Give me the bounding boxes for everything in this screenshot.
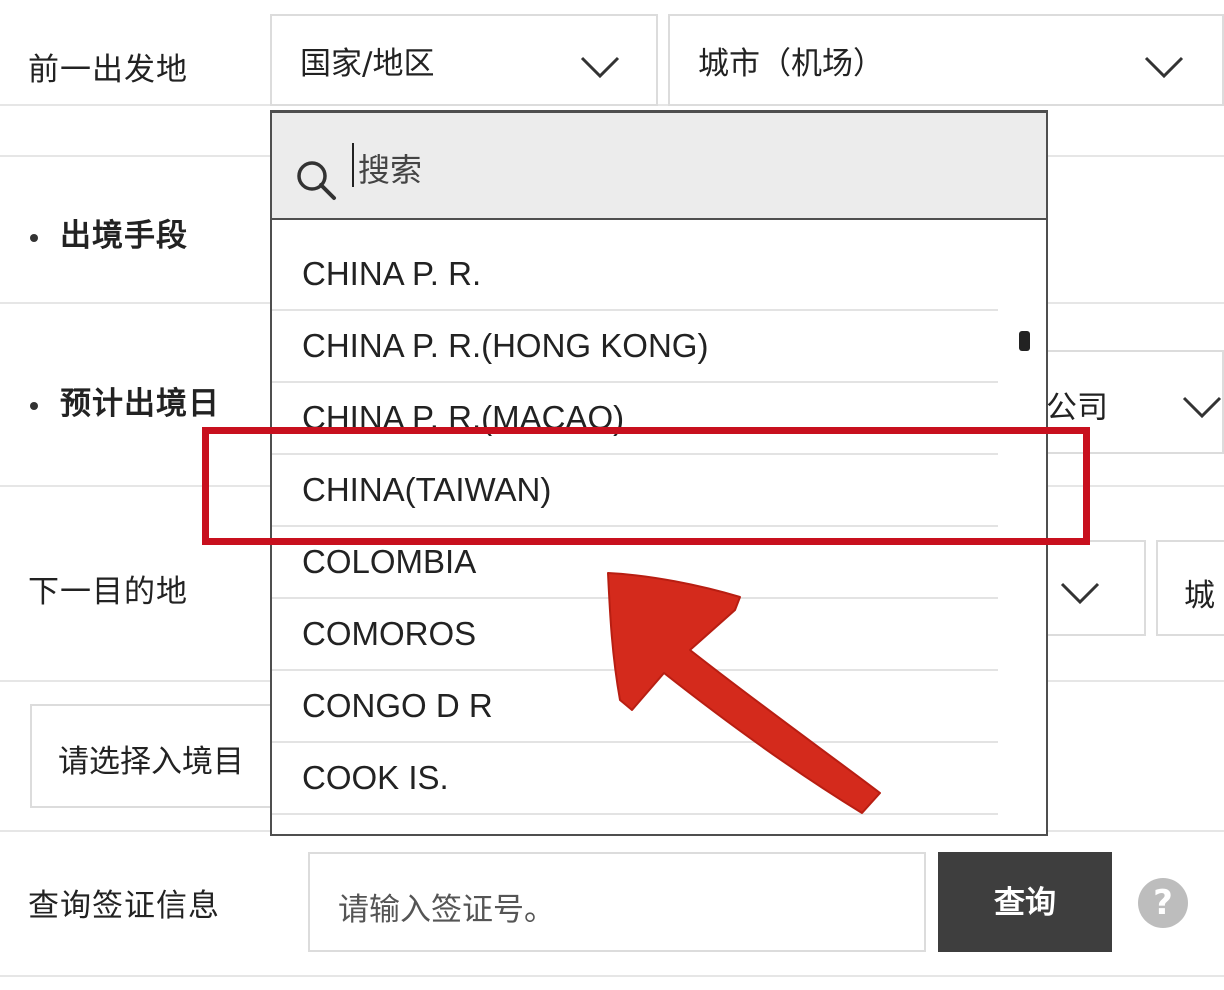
dropdown-option[interactable]: COMOROS	[272, 599, 998, 671]
dropdown-option-highlighted[interactable]: CHINA(TAIWAN)	[272, 455, 998, 527]
query-button[interactable]: 查询	[938, 852, 1112, 952]
search-placeholder: 搜索	[358, 151, 423, 189]
required-dot	[30, 233, 38, 242]
chevron-down-icon	[1144, 54, 1184, 80]
dropdown-option[interactable]: CHINA P. R.	[272, 239, 998, 311]
visa-number-input[interactable]: 请输入签证号。	[308, 852, 926, 952]
option-divider	[272, 813, 998, 815]
dropdown-scrollbar[interactable]	[1019, 331, 1030, 351]
dropdown-search[interactable]: 搜索	[272, 113, 1046, 220]
search-icon	[294, 158, 338, 202]
chevron-down-icon	[1182, 394, 1222, 420]
city-airport-select[interactable]: 城市（机场）	[668, 14, 1224, 106]
next-city-select[interactable]: 城	[1156, 540, 1224, 636]
chevron-down-icon	[1060, 580, 1100, 606]
company-select[interactable]: 公司	[1046, 350, 1224, 454]
next-destination-label: 下一目的地	[28, 574, 188, 610]
company-select-value: 公司	[1046, 390, 1108, 426]
required-dot	[30, 401, 38, 410]
prev-origin-label: 前一出发地	[28, 52, 188, 88]
exit-method-label: 出境手段	[30, 210, 188, 255]
country-select[interactable]: 国家/地区	[270, 14, 658, 106]
visa-query-label: 查询签证信息	[28, 888, 220, 924]
help-icon[interactable]: ?	[1138, 878, 1188, 928]
dropdown-option[interactable]: CHINA P. R.(HONG KONG)	[272, 311, 998, 383]
dropdown-option[interactable]: COOK IS.	[272, 743, 998, 815]
text-caret	[352, 143, 354, 187]
row-divider	[0, 975, 1224, 977]
entry-purpose-placeholder: 请选择入境目	[58, 744, 244, 780]
dropdown-option[interactable]: CHINA P. R.(MACAO)	[272, 383, 998, 455]
dropdown-option[interactable]: COLOMBIA	[272, 527, 998, 599]
entry-purpose-select[interactable]: 请选择入境目	[30, 704, 290, 808]
city-airport-select-value: 城市（机场）	[698, 46, 884, 82]
exit-date-label: 预计出境日	[30, 378, 220, 423]
country-dropdown: 搜索 CHINA P. R. CHINA P. R.(HONG KONG) CH…	[270, 110, 1048, 836]
dropdown-option[interactable]: CONGO D R	[272, 671, 998, 743]
chevron-down-icon	[580, 54, 620, 80]
country-select-value: 国家/地区	[300, 46, 435, 82]
next-country-select[interactable]	[1046, 540, 1146, 636]
next-city-select-value: 城	[1184, 578, 1215, 614]
visa-number-placeholder: 请输入签证号。	[338, 892, 555, 928]
